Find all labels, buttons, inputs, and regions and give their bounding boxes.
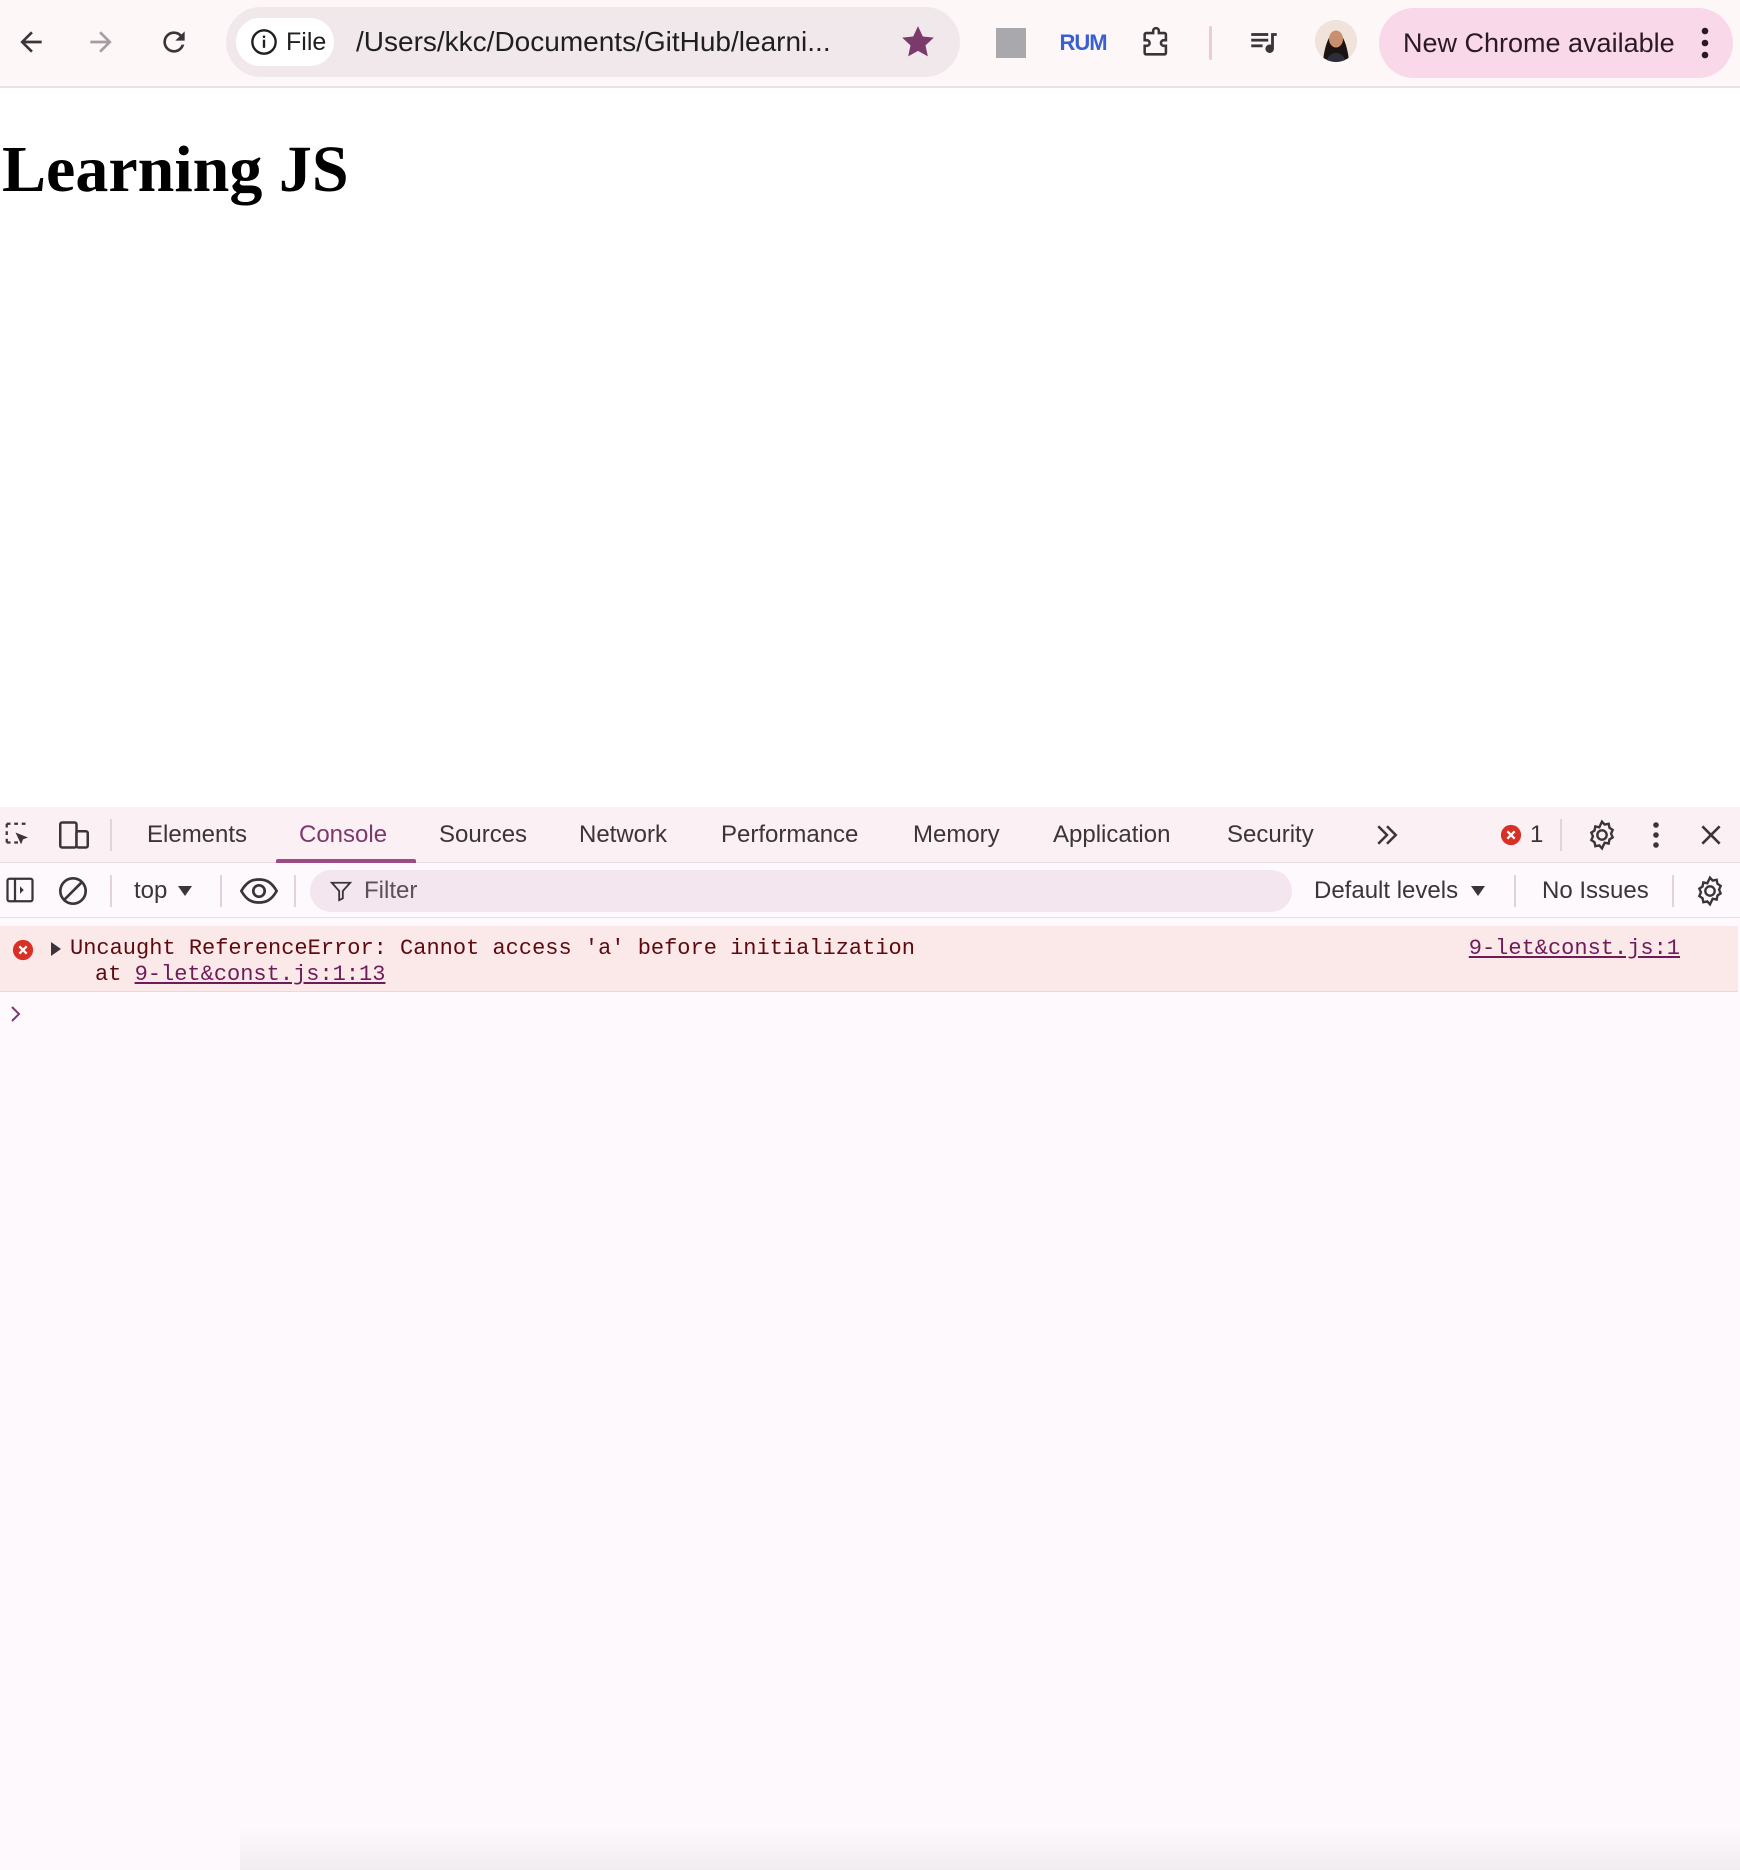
profile-avatar[interactable] [1315,20,1357,62]
tabbar-separator-2 [1560,819,1562,851]
toolbar-separator [220,875,222,907]
forward-button[interactable] [71,14,131,70]
tabbar-separator [110,819,112,851]
reload-button[interactable] [144,14,204,70]
error-count-badge[interactable]: 1 [1500,819,1543,851]
log-levels-dropdown[interactable]: Default levels [1314,873,1486,909]
extension-square-icon [996,28,1026,58]
site-chip-label: File [286,27,327,56]
extension-square-button[interactable] [993,18,1029,68]
dropdown-arrow-icon [1471,886,1486,896]
stack-trace-prefix: at [95,962,135,987]
toolbar-separator [294,875,296,907]
prompt-chevron-icon [11,1006,21,1022]
sidebar-icon [6,877,34,903]
inspect-element-button[interactable] [2,819,34,851]
bookmark-button[interactable] [898,22,938,62]
back-icon [20,31,42,53]
update-button-label: New Chrome available [1403,27,1675,58]
close-icon [1701,825,1721,845]
log-levels-label: Default levels [1314,877,1459,904]
filter-icon [330,881,352,902]
tab-console[interactable]: Console [299,807,387,863]
rum-extension-icon: RUM [1059,30,1107,55]
error-message-text: Uncaught ReferenceError: Cannot access '… [70,936,915,961]
page-heading: Learning JS [2,133,349,206]
tab-performance[interactable]: Performance [721,807,858,863]
tab-elements[interactable]: Elements [147,807,247,863]
devtools-tabbar: Elements Console Sources Network Perform… [0,807,1740,863]
error-source-link[interactable]: 9-let&const.js:1 [1469,936,1680,961]
live-expression-button[interactable] [238,872,280,910]
extensions-menu-button[interactable] [1136,18,1176,68]
toolbar-separator [1672,875,1674,907]
url-text[interactable]: /Users/kkc/Documents/GitHub/learni... [356,7,831,77]
issues-counter[interactable]: No Issues [1542,873,1649,909]
devtools-menu-button[interactable] [1644,817,1668,853]
panel-bottom-shadow [240,1827,1740,1870]
media-control-button[interactable] [1244,18,1284,68]
clear-console-icon [59,877,87,905]
devtools-settings-button[interactable] [1584,817,1620,853]
toolbar-separator [1209,26,1212,60]
reload-icon [163,31,185,53]
toggle-sidebar-button[interactable] [4,874,36,906]
address-bar[interactable]: File /Users/kkc/Documents/GitHub/learni.… [226,7,960,77]
devtools-panel: Elements Console Sources Network Perform… [0,807,1740,1870]
browser-toolbar: File /Users/kkc/Documents/GitHub/learni.… [0,0,1740,88]
tab-application[interactable]: Application [1053,807,1170,863]
console-error-message[interactable]: Uncaught ReferenceError: Cannot access '… [0,926,1738,992]
device-toolbar-button[interactable] [56,819,92,851]
back-button[interactable] [1,14,61,70]
tab-memory[interactable]: Memory [913,807,1000,863]
context-selector-label: top [134,877,168,904]
context-selector[interactable]: top [134,873,193,909]
inspect-element-icon [5,822,28,845]
more-vert-icon [1653,822,1659,848]
gear-icon [1697,875,1723,907]
expand-triangle-icon[interactable] [50,941,62,957]
toolbar-separator [110,875,112,907]
gear-icon [1589,819,1615,851]
console-toolbar: top Default levels No Issues [0,864,1740,918]
eye-icon [240,878,278,904]
stack-trace-link[interactable]: 9-let&const.js:1:13 [135,962,386,987]
error-count: 1 [1530,821,1544,848]
more-tabs-button[interactable] [1371,819,1403,851]
toolbar-separator [1514,875,1516,907]
more-vert-icon [1701,27,1709,59]
double-chevron-right-icon [1377,825,1398,845]
active-tab-indicator [276,859,416,863]
filter-input[interactable] [364,877,1264,905]
info-icon [251,29,277,55]
stack-trace-line: at 9-let&const.js:1:13 [95,962,385,987]
forward-icon [90,31,112,53]
console-filter[interactable] [310,870,1292,912]
clear-console-button[interactable] [56,874,90,908]
puzzle-icon [1143,26,1168,56]
rum-extension-button[interactable]: RUM [1059,18,1107,68]
tab-sources[interactable]: Sources [439,807,527,863]
console-settings-button[interactable] [1692,873,1728,909]
close-devtools-button[interactable] [1694,817,1728,853]
tab-security[interactable]: Security [1227,807,1314,863]
new-chrome-available-button[interactable]: New Chrome available [1379,8,1733,78]
dropdown-arrow-icon [178,886,193,896]
tab-network[interactable]: Network [579,807,667,863]
media-playlist-icon [1251,33,1277,53]
device-toggle-icon [59,821,89,849]
site-info-chip[interactable]: File [236,18,334,66]
star-icon [902,26,934,57]
console-prompt[interactable] [10,1005,1710,1035]
error-circle-icon [12,939,34,961]
error-circle-icon [1500,824,1522,846]
